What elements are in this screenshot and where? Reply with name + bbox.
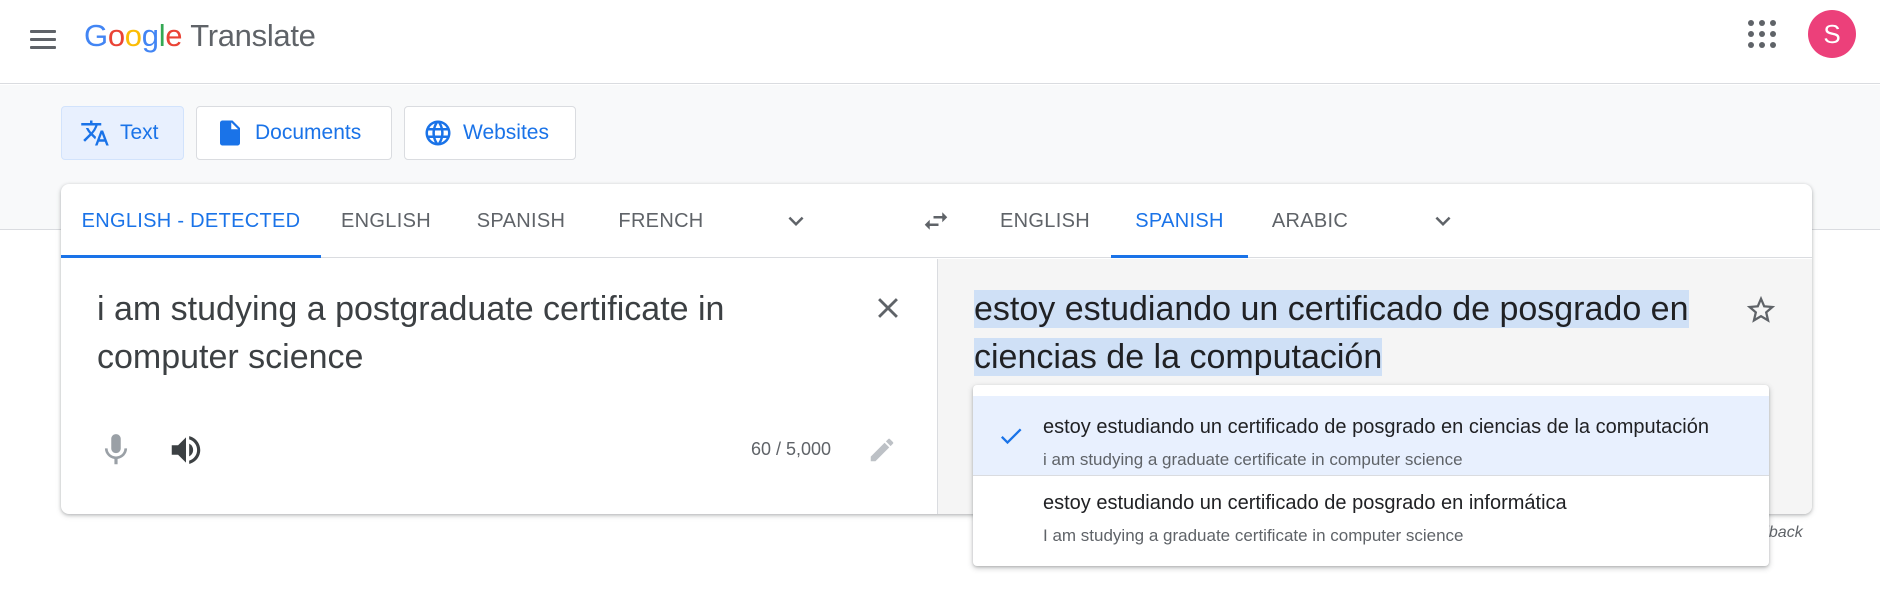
character-count: 60 / 5,000 bbox=[751, 439, 832, 459]
save-translation-star-icon[interactable] bbox=[1744, 293, 1778, 327]
document-icon bbox=[215, 118, 245, 148]
product-name: Translate bbox=[190, 18, 316, 53]
source-lang-detected-tab[interactable]: ENGLISH - DETECTED bbox=[61, 184, 321, 258]
listen-speaker-icon[interactable] bbox=[167, 431, 205, 469]
top-bar: Google Translate S bbox=[0, 0, 1880, 84]
clear-source-close-icon[interactable] bbox=[871, 291, 905, 325]
mode-documents-button[interactable]: Documents bbox=[196, 106, 392, 160]
account-avatar[interactable]: S bbox=[1808, 10, 1856, 58]
main-menu-icon[interactable] bbox=[26, 22, 60, 56]
mode-documents-label: Documents bbox=[255, 121, 362, 144]
source-pane: i am studying a postgraduate certificate… bbox=[61, 259, 937, 514]
source-lang-english-tab[interactable]: ENGLISH bbox=[321, 184, 451, 258]
alternative-back-translation: i am studying a graduate certificate in … bbox=[1043, 450, 1463, 469]
google-translate-logo[interactable]: Google Translate bbox=[84, 14, 316, 58]
microphone-icon[interactable] bbox=[97, 431, 135, 469]
alternative-item[interactable]: estoy estudiando un certificado de posgr… bbox=[973, 476, 1769, 556]
target-lang-spanish-tab[interactable]: SPANISH bbox=[1111, 184, 1248, 258]
alternative-text: estoy estudiando un certificado de posgr… bbox=[1043, 492, 1567, 514]
swap-languages-icon[interactable] bbox=[919, 206, 953, 236]
translate-icon bbox=[80, 118, 110, 148]
alternative-item[interactable]: estoy estudiando un certificado de posgr… bbox=[973, 396, 1769, 476]
target-lang-english-tab[interactable]: ENGLISH bbox=[988, 184, 1102, 258]
target-more-languages-chevron-icon[interactable] bbox=[1428, 206, 1458, 236]
mode-text-label: Text bbox=[120, 121, 159, 144]
alternative-translations-menu: estoy estudiando un certificado de posgr… bbox=[973, 385, 1769, 566]
alternative-back-translation: I am studying a graduate certificate in … bbox=[1043, 526, 1464, 545]
apps-grid-icon[interactable] bbox=[1748, 20, 1776, 48]
mode-text-button[interactable]: Text bbox=[61, 106, 184, 160]
edit-pencil-icon[interactable] bbox=[867, 435, 897, 465]
language-bar: ENGLISH - DETECTED ENGLISH SPANISH FRENC… bbox=[61, 184, 1812, 258]
mode-websites-label: Websites bbox=[463, 121, 549, 144]
globe-icon bbox=[423, 118, 453, 148]
source-more-languages-chevron-icon[interactable] bbox=[781, 206, 811, 236]
source-lang-spanish-tab[interactable]: SPANISH bbox=[451, 184, 591, 258]
check-icon bbox=[997, 422, 1025, 450]
source-text-input[interactable]: i am studying a postgraduate certificate… bbox=[97, 285, 817, 381]
translation-output[interactable]: estoy estudiando un certificado de posgr… bbox=[974, 285, 1694, 381]
alternative-text: estoy estudiando un certificado de posgr… bbox=[1043, 416, 1709, 438]
source-lang-french-tab[interactable]: FRENCH bbox=[591, 184, 731, 258]
mode-websites-button[interactable]: Websites bbox=[404, 106, 576, 160]
target-lang-arabic-tab[interactable]: ARABIC bbox=[1248, 184, 1372, 258]
